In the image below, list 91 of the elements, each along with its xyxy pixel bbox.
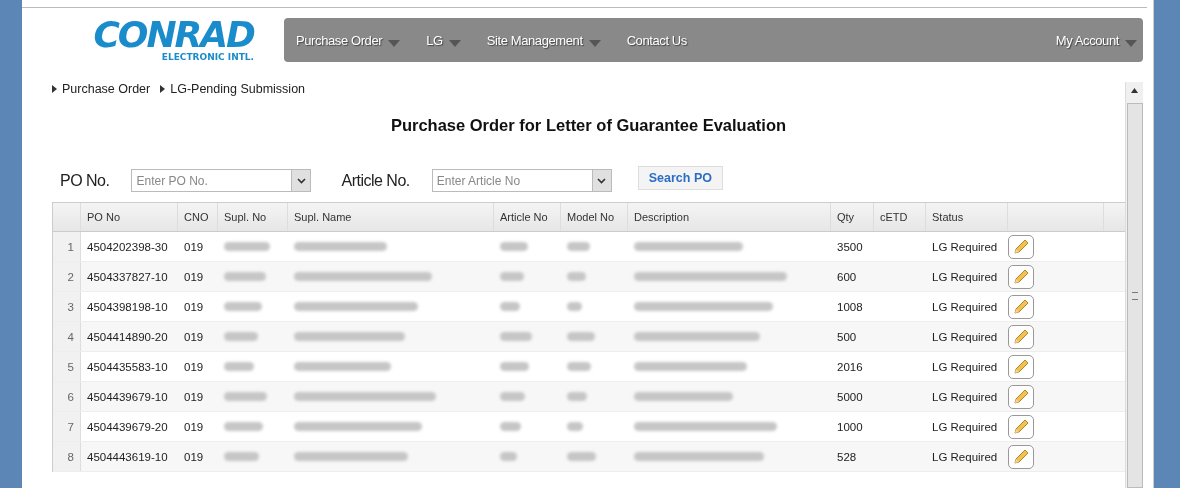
edit-button[interactable] xyxy=(1008,264,1034,289)
edit-button[interactable] xyxy=(1008,384,1034,409)
table-cell: 4504435583-10 xyxy=(87,360,168,373)
column-header[interactable]: Supl. No xyxy=(218,203,288,231)
pencil-icon xyxy=(1012,267,1030,286)
column-header[interactable]: Status xyxy=(926,203,1008,231)
column-header[interactable]: CNO xyxy=(178,203,218,231)
column-header[interactable]: Model No xyxy=(561,203,628,231)
caret-icon xyxy=(448,39,461,47)
row-number: 2 xyxy=(53,262,81,291)
table-cell: 1008 xyxy=(837,300,863,313)
row-number: 7 xyxy=(53,412,81,441)
column-header[interactable]: PO No xyxy=(81,203,178,231)
pencil-icon xyxy=(1012,237,1030,256)
row-number: 1 xyxy=(53,232,81,261)
dropdown-button[interactable] xyxy=(291,170,311,191)
table-cell: LG Required xyxy=(932,270,998,283)
table-cell: 4504443619-10 xyxy=(87,450,168,463)
triangle-icon xyxy=(160,85,166,93)
row-number: 5 xyxy=(53,352,81,381)
po-number-combo-box[interactable]: Enter PO No. xyxy=(131,169,312,192)
edit-button[interactable] xyxy=(1008,294,1034,319)
page-title: Purchase Order for Letter of Guarantee Evaluation xyxy=(389,116,788,135)
table-cell: 4504398198-10 xyxy=(87,300,168,313)
table-cell: 4504202398-30 xyxy=(87,240,168,253)
table-cell: LG Required xyxy=(932,330,998,343)
table-cell: LG Required xyxy=(932,360,998,373)
chevron-down-icon xyxy=(597,177,607,184)
table-cell: 4504439679-20 xyxy=(87,420,168,433)
column-header[interactable]: Qty xyxy=(831,203,874,231)
article-number-combo-box[interactable]: Enter Article No xyxy=(431,169,612,192)
scrollbar[interactable] xyxy=(1125,82,1143,488)
table-cell: 4504439679-10 xyxy=(87,390,168,403)
table-cell: LG Required xyxy=(932,240,998,253)
pencil-icon xyxy=(1012,387,1030,406)
row-number: 4 xyxy=(53,322,81,351)
nav-menu-item[interactable]: LG xyxy=(426,32,461,48)
table-cell: 4504414890-20 xyxy=(87,330,168,343)
pencil-icon xyxy=(1012,417,1030,436)
table-cell: 019 xyxy=(184,360,204,373)
field-label: Article No. xyxy=(341,171,410,190)
row-number: 3 xyxy=(53,292,81,321)
company-logo[interactable]: CONRAD ELECTRONIC INTL. xyxy=(50,18,254,62)
edit-button[interactable] xyxy=(1008,414,1034,439)
caret-icon xyxy=(1125,39,1137,47)
table-cell: LG Required xyxy=(932,450,998,463)
search-button[interactable]: Search PO xyxy=(637,165,723,190)
table-cell: 019 xyxy=(184,270,204,283)
field-label: PO No. xyxy=(60,171,110,190)
table-cell: 019 xyxy=(184,390,204,403)
table-cell: 019 xyxy=(184,420,204,433)
table-cell: 019 xyxy=(184,330,204,343)
table-cell: LG Required xyxy=(932,390,998,403)
caret-icon xyxy=(588,39,601,47)
pencil-icon xyxy=(1012,327,1030,346)
table-cell: 528 xyxy=(837,450,857,463)
table-cell: 019 xyxy=(184,240,204,253)
column-header[interactable]: Description xyxy=(628,203,831,231)
account-menu[interactable]: My Account xyxy=(1055,32,1137,48)
table-cell: 600 xyxy=(837,270,857,283)
table-cell: 500 xyxy=(837,330,857,343)
row-number: 8 xyxy=(53,442,81,471)
nav-menu-item[interactable]: Contact Us xyxy=(626,32,687,48)
caret-icon xyxy=(388,39,401,47)
triangle-icon xyxy=(52,85,57,93)
breadcrumb-link[interactable]: LG-Pending Submission xyxy=(160,82,306,96)
pencil-icon xyxy=(1012,447,1030,466)
table-cell: 1000 xyxy=(837,420,863,433)
chevron-down-icon xyxy=(296,177,306,184)
table-cell: 3500 xyxy=(837,240,863,253)
nav-menu-item[interactable]: Site Management xyxy=(486,32,601,48)
column-header[interactable]: cETD xyxy=(874,203,926,231)
table-cell: LG Required xyxy=(932,420,998,433)
column-header[interactable]: Article No xyxy=(494,203,561,231)
table-cell: 2016 xyxy=(837,360,863,373)
pencil-icon xyxy=(1012,297,1030,316)
edit-button[interactable] xyxy=(1008,324,1034,349)
table-cell: 5000 xyxy=(837,390,863,403)
table-cell: 019 xyxy=(184,300,204,313)
pencil-icon xyxy=(1012,357,1030,376)
column-header[interactable]: Supl. Name xyxy=(288,203,494,231)
edit-button[interactable] xyxy=(1008,444,1034,469)
scroll-up-icon[interactable] xyxy=(1131,88,1138,93)
table-cell: 019 xyxy=(184,450,204,463)
breadcrumb-link[interactable]: Purchase Order xyxy=(52,82,151,96)
row-number: 6 xyxy=(53,382,81,411)
table-cell: LG Required xyxy=(932,300,998,313)
edit-button[interactable] xyxy=(1008,234,1034,259)
nav-menu-item[interactable]: Purchase Order xyxy=(296,32,401,48)
edit-button[interactable] xyxy=(1008,354,1034,379)
table-cell: 4504337827-10 xyxy=(87,270,168,283)
